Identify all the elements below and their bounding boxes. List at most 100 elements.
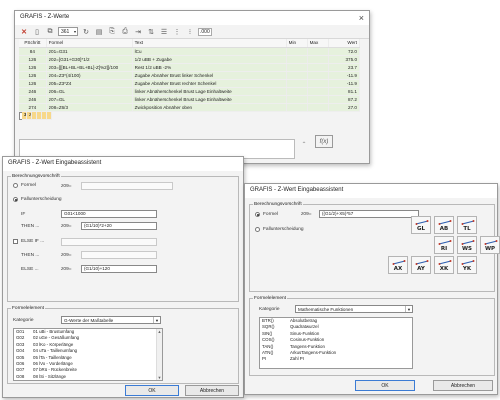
- cell-wert[interactable]: [47, 111, 52, 120]
- elseif-input[interactable]: [61, 238, 157, 246]
- cell-text[interactable]: lCu: [132, 47, 287, 56]
- formel-input[interactable]: ((G1/2)+X5)*57: [319, 210, 419, 218]
- function-button-ri[interactable]: RI: [434, 236, 454, 254]
- function-button-tl[interactable]: TL: [457, 216, 477, 234]
- table-row[interactable]: 246 z06=GL linker Abnäherschenkel Brust La…: [19, 87, 361, 96]
- table-row[interactable]: 84 z01=G31 lCu 72.0: [19, 47, 361, 56]
- cell-text[interactable]: Rest 1/2 uBB -2%: [132, 63, 287, 72]
- col-header-pschritt[interactable]: PSchritt: [19, 39, 47, 48]
- fallunterscheidung-option[interactable]: Fallunterscheidung: [255, 227, 304, 232]
- formula-assistant-button[interactable]: f(x): [315, 135, 333, 148]
- scroll-up-arrow-icon[interactable]: ▲: [158, 329, 162, 334]
- table-row[interactable]: 126 z05=Z3*Z4 Zugabe Abnäher Brust rechter…: [19, 79, 361, 88]
- cancel-button[interactable]: Abbrechen: [433, 380, 493, 391]
- col-header-formel[interactable]: Formel: [46, 39, 133, 48]
- new-row-icon[interactable]: ▯: [32, 27, 42, 37]
- cell-ps[interactable]: 274: [19, 103, 47, 112]
- list-item[interactable]: G0909 lKn - Kniellänge: [14, 380, 162, 381]
- document-icon[interactable]: ▤: [94, 27, 104, 37]
- cell-wert[interactable]: -11.9: [328, 79, 361, 88]
- ok-button[interactable]: OK: [125, 385, 179, 396]
- cell-max[interactable]: [307, 47, 329, 56]
- decimal-button[interactable]: .000: [198, 27, 212, 36]
- formel-option[interactable]: Formel: [13, 183, 36, 188]
- close-icon[interactable]: ×: [359, 12, 364, 24]
- cell-max[interactable]: [307, 63, 329, 72]
- function-button-xk[interactable]: XK: [434, 256, 454, 274]
- cell-text[interactable]: linker Abnäherschenkel Brust Lage Einhal…: [132, 95, 287, 104]
- cell-wert[interactable]: -11.9: [328, 71, 361, 80]
- formel-input[interactable]: [81, 182, 173, 190]
- function-button-ab[interactable]: AB: [434, 216, 454, 234]
- table-row[interactable]: 274 z08=Z6/3 Zwickposition Abnäher oben 27.…: [19, 103, 361, 112]
- cell-max[interactable]: [307, 87, 329, 96]
- copy-icon[interactable]: ⧉: [45, 27, 55, 37]
- cell-formel[interactable]: z05=Z3*Z4: [46, 79, 133, 88]
- cell-wert[interactable]: 87.2: [328, 95, 361, 104]
- cell-max[interactable]: [307, 55, 329, 64]
- else-input[interactable]: (G1/10)+120: [81, 265, 157, 273]
- scroll-up-icon[interactable]: ⌃: [298, 139, 310, 149]
- formel-radio[interactable]: [255, 212, 260, 217]
- paste-icon[interactable]: ⎘: [107, 27, 117, 37]
- ok-button[interactable]: OK: [355, 380, 415, 391]
- cell-wert[interactable]: 72.0: [328, 47, 361, 56]
- col-header-min[interactable]: Min: [286, 39, 308, 48]
- if-input[interactable]: G01<1000: [61, 210, 157, 218]
- table-row[interactable]: 126 z04=Z3*(4/100) Zugabe Abnäher Brust li…: [19, 71, 361, 80]
- function-button-yk[interactable]: YK: [457, 256, 477, 274]
- fallunterscheidung-radio[interactable]: [255, 227, 260, 232]
- cell-max[interactable]: [307, 79, 329, 88]
- cell-ps[interactable]: 246: [19, 95, 47, 104]
- table-row[interactable]: 126 z02=[G31+G30]*1/2 1/2 uBB + Zugabe 375.…: [19, 55, 361, 64]
- cell-formel[interactable]: z07=GL: [46, 95, 133, 104]
- cell-ps[interactable]: 126: [19, 63, 47, 72]
- cell-text[interactable]: 1/2 uBB + Zugabe: [132, 55, 287, 64]
- cell-max[interactable]: [307, 103, 329, 112]
- cell-formel[interactable]: z06=GL: [46, 87, 133, 96]
- cell-formel[interactable]: z02=[G31+G30]*1/2: [46, 55, 133, 64]
- cell-min[interactable]: [286, 95, 308, 104]
- cell-text[interactable]: Zwickposition Abnäher oben: [132, 103, 287, 112]
- cell-max[interactable]: [307, 71, 329, 80]
- cell-ps[interactable]: 84: [19, 47, 47, 56]
- cell-min[interactable]: [286, 47, 308, 56]
- fallunterscheidung-option[interactable]: Fallunterscheidung: [13, 197, 62, 202]
- cell-max[interactable]: [307, 95, 329, 104]
- kategorie-select[interactable]: G-Werte der Maßtabelle ▼: [61, 316, 161, 324]
- cell-min[interactable]: [286, 63, 308, 72]
- elseif-option[interactable]: ELSE IF ...: [13, 239, 44, 244]
- g-werte-list[interactable]: G01 01 uBi - Brustumfang G02 02 uGe - Gesäß…: [13, 328, 163, 381]
- formel-option[interactable]: Formel: [255, 212, 278, 217]
- sort-icon[interactable]: ⇅: [146, 27, 156, 37]
- cell-wert[interactable]: 81.1: [328, 87, 361, 96]
- list-scrollbar[interactable]: ▲ ▼: [156, 329, 162, 380]
- function-button-ay[interactable]: AY: [411, 256, 431, 274]
- refresh-icon[interactable]: ↻: [81, 27, 91, 37]
- table-row[interactable]: 361z09=: [19, 111, 52, 120]
- cancel-button[interactable]: Abbrechen: [185, 385, 239, 396]
- list-item[interactable]: PI Zahl PI: [260, 356, 412, 362]
- cell-ps[interactable]: 126: [19, 55, 47, 64]
- cell-min[interactable]: [286, 71, 308, 80]
- cell-min[interactable]: [286, 55, 308, 64]
- function-button-gl[interactable]: GL: [411, 216, 431, 234]
- cell-formel[interactable]: z01=G31: [46, 47, 133, 56]
- indent-icon[interactable]: ⇥: [133, 27, 143, 37]
- step-combo[interactable]: 361 ▾: [58, 27, 78, 36]
- cell-text[interactable]: Zugabe Abnäher Brust linker Schenkel: [132, 71, 287, 80]
- cell-text[interactable]: linker Abnäherschenkel Brust Lage Einhal…: [132, 87, 287, 96]
- cell-min[interactable]: [286, 79, 308, 88]
- cell-text[interactable]: Zugabe Abnäher Brust rechter Schenkel: [132, 79, 287, 88]
- elseif-checkbox[interactable]: [13, 239, 18, 244]
- cell-wert[interactable]: 375.0: [328, 55, 361, 64]
- formel-radio[interactable]: [13, 183, 18, 188]
- more-icon[interactable]: ⁝: [185, 27, 195, 37]
- table-row[interactable]: 246 z07=GL linker Abnäherschenkel Brust La…: [19, 95, 361, 104]
- cell-ps[interactable]: 126: [19, 79, 47, 88]
- cell-wert[interactable]: 23.7: [328, 63, 361, 72]
- cell-ps[interactable]: 246: [19, 87, 47, 96]
- cell-formel[interactable]: z03=[[[BL+BL+BL+BL]-Z[%2]]/100: [46, 63, 133, 72]
- cell-min[interactable]: [286, 87, 308, 96]
- table-row[interactable]: 126 z03=[[[BL+BL+BL+BL]-Z[%2]]/100 Rest 1/…: [19, 63, 361, 72]
